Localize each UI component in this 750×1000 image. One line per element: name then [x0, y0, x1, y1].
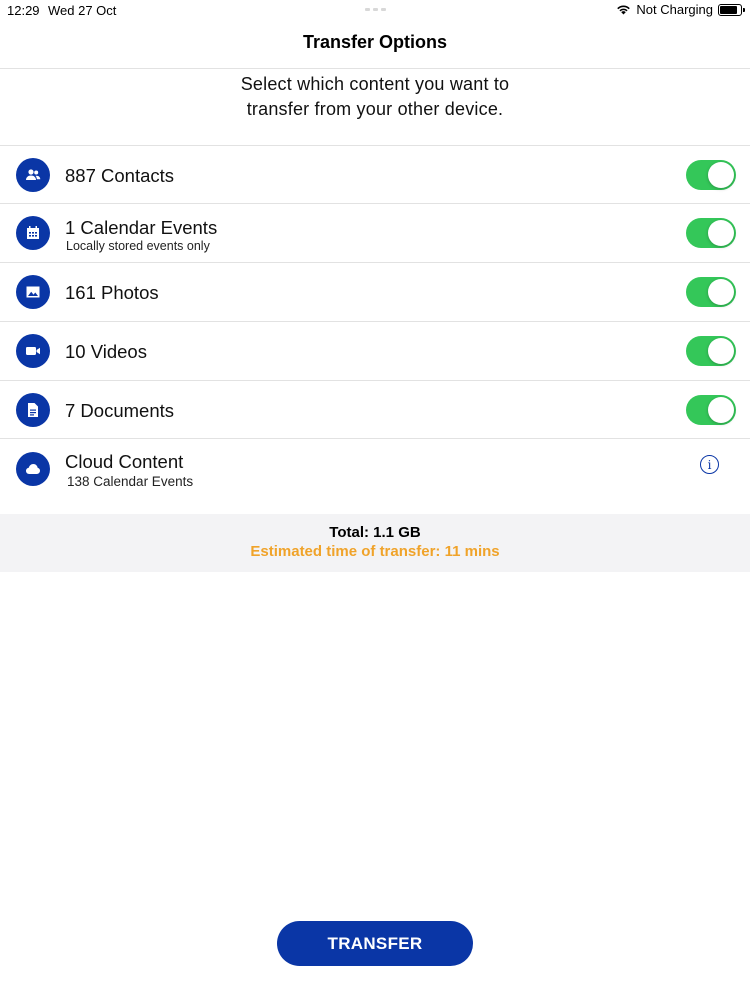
list-item-cloud: Cloud Content 138 Calendar Events i: [0, 438, 750, 514]
info-icon[interactable]: i: [700, 455, 719, 474]
status-bar: 12:29 Wed 27 Oct Not Charging: [0, 0, 750, 22]
item-title: 10 Videos: [65, 341, 147, 362]
charging-status: Not Charging: [636, 2, 713, 17]
status-time: 12:29: [7, 3, 40, 18]
estimated-time: Estimated time of transfer: 11 mins: [250, 543, 500, 560]
status-date: Wed 27 Oct: [48, 3, 117, 18]
total-size: Total: 1.1 GB: [329, 524, 421, 541]
item-title: 7 Documents: [65, 400, 174, 421]
multitasking-indicator[interactable]: [365, 8, 386, 11]
photo-icon: [16, 275, 50, 309]
documents-toggle[interactable]: [686, 395, 736, 425]
photos-toggle[interactable]: [686, 277, 736, 307]
document-icon: [16, 393, 50, 427]
intro-text: Select which content you want to transfe…: [240, 74, 510, 119]
list-item-videos: 10 Videos: [0, 321, 750, 379]
item-subtitle: Locally stored events only: [66, 239, 210, 253]
calendar-icon: [16, 216, 50, 250]
list-item-contacts: 887 Contacts: [0, 145, 750, 203]
page-title: Transfer Options: [302, 32, 448, 52]
divider: [0, 68, 750, 69]
cloud-icon: [16, 452, 50, 486]
item-subtitle: 138 Calendar Events: [67, 474, 194, 489]
contacts-icon: [16, 158, 50, 192]
transfer-button[interactable]: TRANSFER: [277, 921, 473, 966]
item-title: Cloud Content: [65, 451, 184, 472]
item-title: 887 Contacts: [65, 165, 175, 186]
item-title: 1 Calendar Events: [65, 217, 218, 238]
item-title: 161 Photos: [65, 282, 159, 303]
list-item-documents: 7 Documents: [0, 380, 750, 438]
wifi-icon: [617, 5, 631, 15]
calendar-toggle[interactable]: [686, 218, 736, 248]
list-item-calendar: 1 Calendar Events Locally stored events …: [0, 203, 750, 261]
video-icon: [16, 334, 50, 368]
transfer-summary: Total: 1.1 GB Estimated time of transfer…: [0, 514, 750, 572]
contacts-toggle[interactable]: [686, 160, 736, 190]
status-right: Not Charging: [616, 2, 745, 17]
list-item-photos: 161 Photos: [0, 262, 750, 320]
battery-icon: [718, 3, 745, 16]
videos-toggle[interactable]: [686, 336, 736, 366]
